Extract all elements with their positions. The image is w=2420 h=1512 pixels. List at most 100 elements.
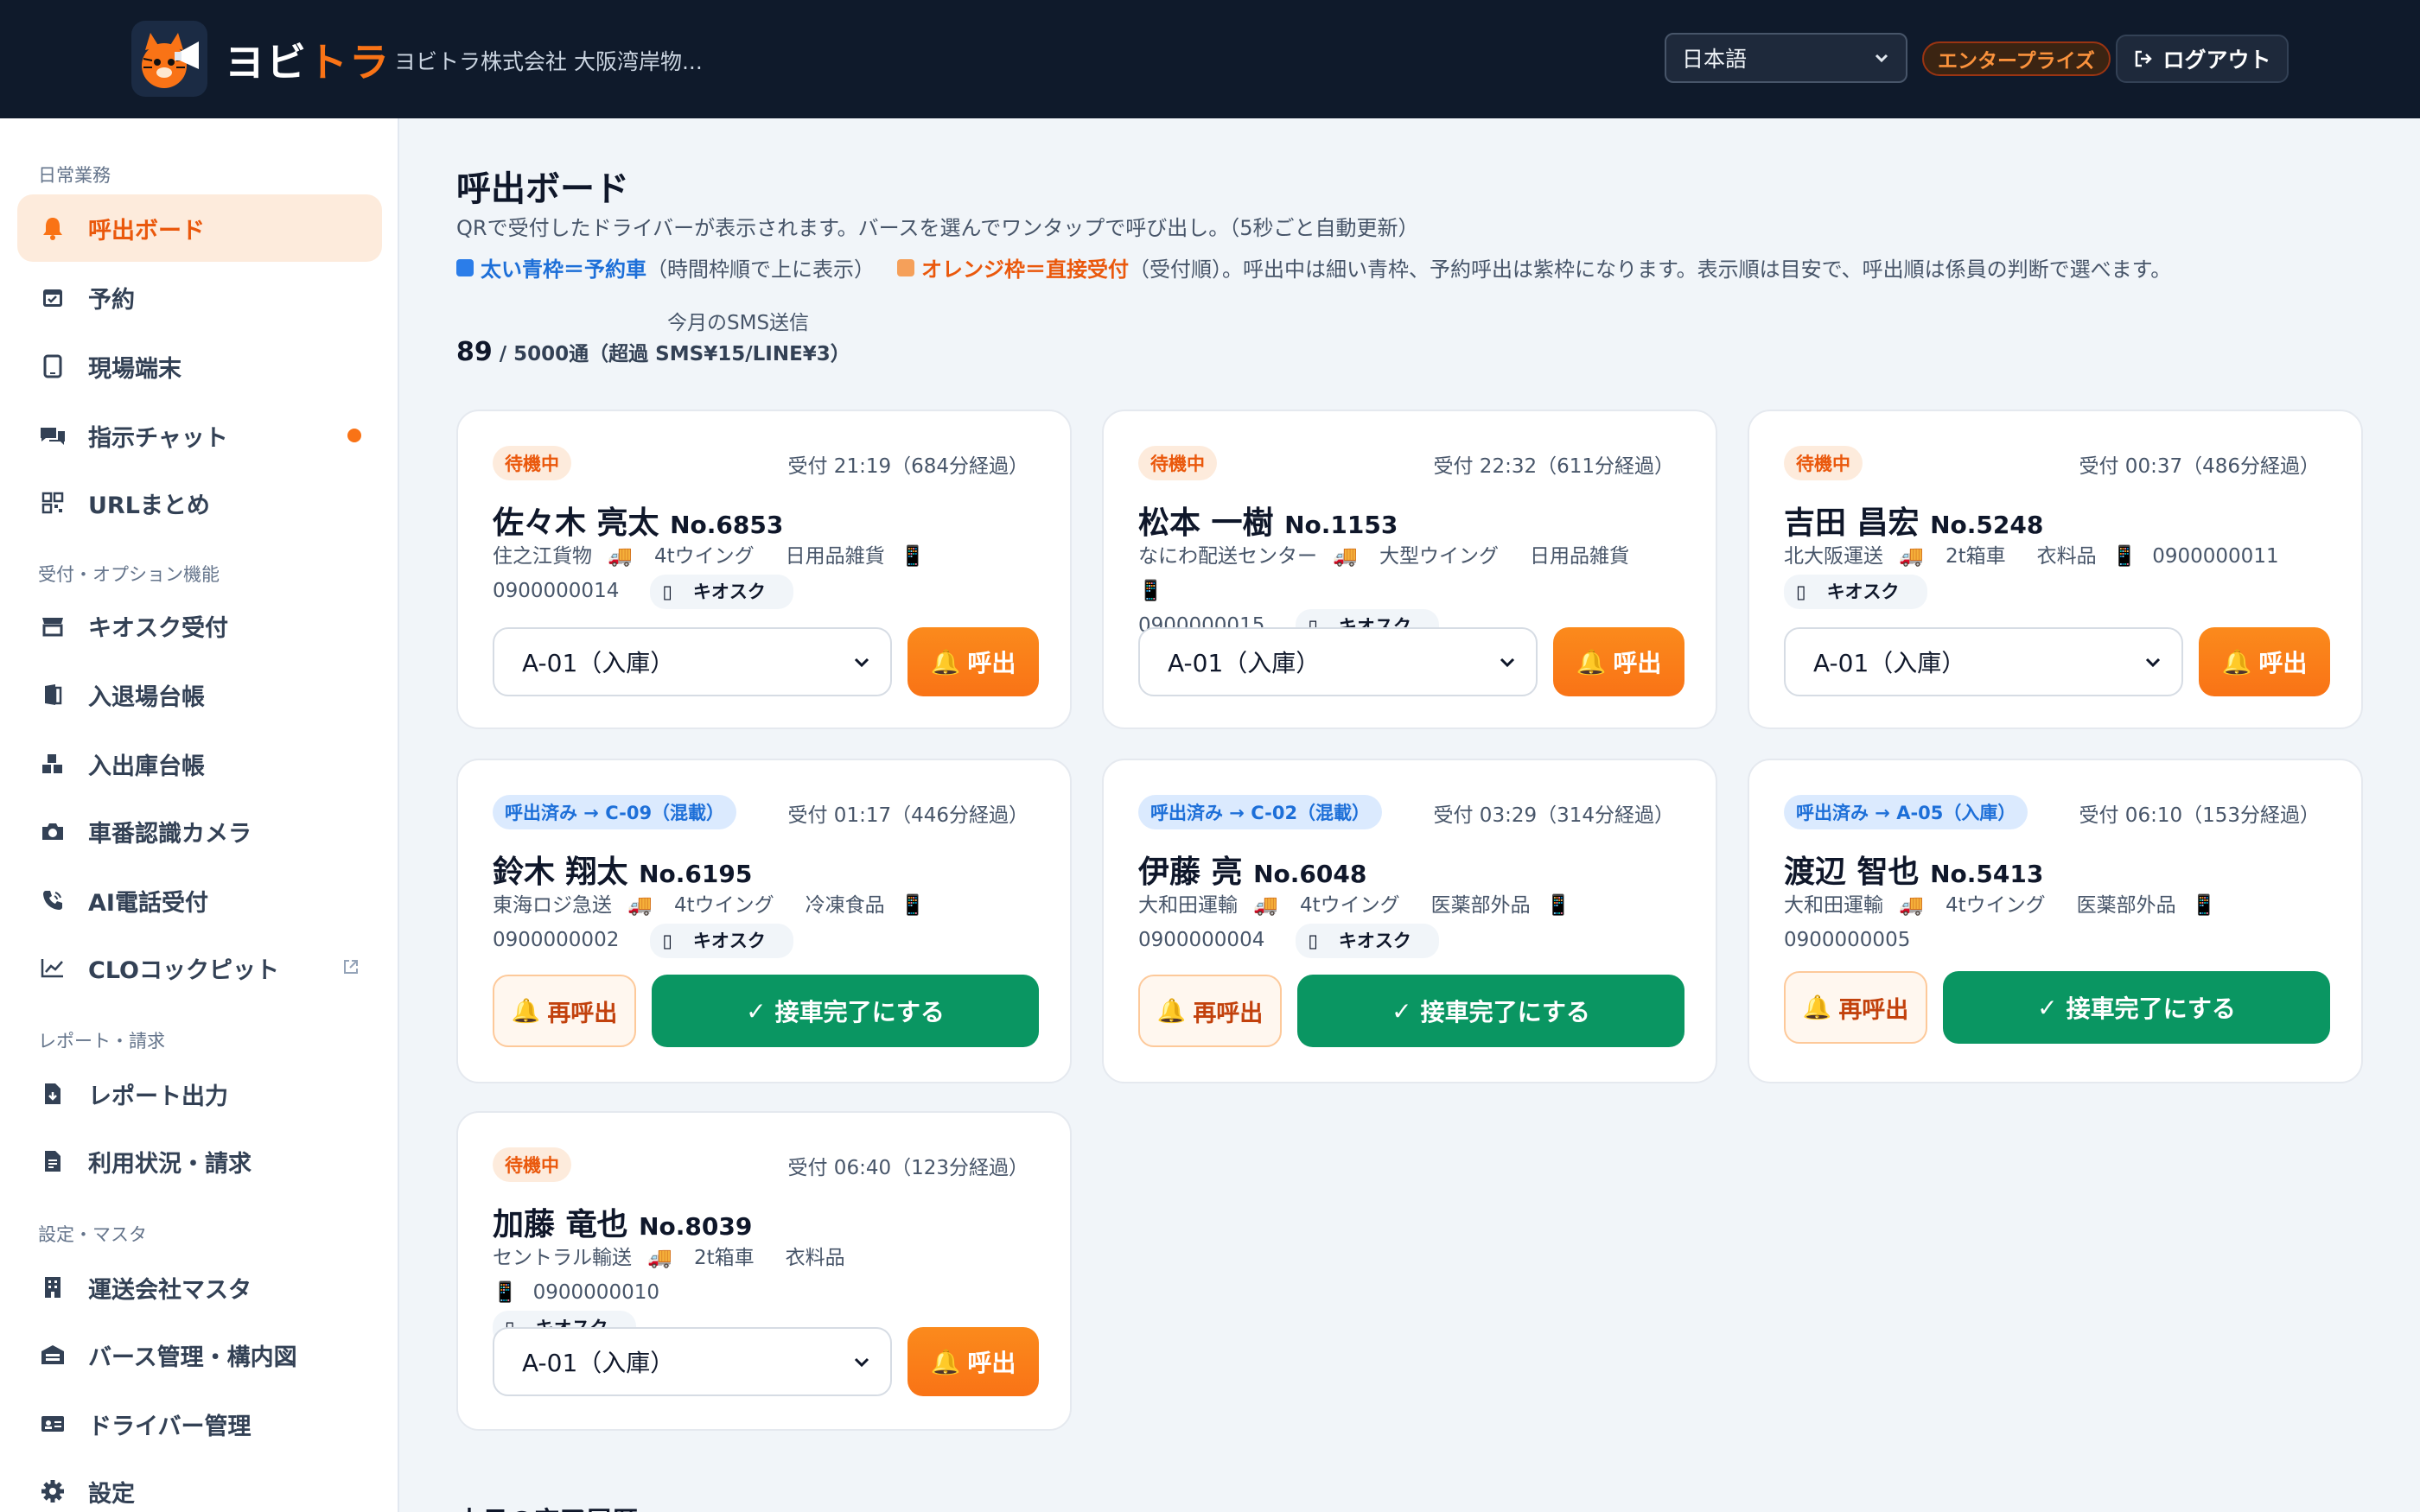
recall-label: 再呼出 xyxy=(1193,1000,1264,1027)
bell-icon: 🔔 xyxy=(2221,647,2252,677)
status-badge: 呼出済み → A-05（入庫） xyxy=(1784,795,2028,829)
warehouse-icon xyxy=(38,1340,67,1369)
logout-icon xyxy=(2136,50,2153,67)
sms-detail: / 5000通（超過 SMS¥15/LINE¥3） xyxy=(492,343,850,365)
truck-icon: 🚚 xyxy=(1333,545,1358,568)
driver-meta: 住之江貨物 🚚 4tウイング 日用品雑貨 📱 0900000014 ▯ キオスク xyxy=(493,539,1028,609)
berth-select[interactable]: A-01（入庫） xyxy=(493,1327,892,1396)
sidebar-item-driver-management[interactable]: ドライバー管理 xyxy=(17,1390,382,1458)
sidebar-item-call-board[interactable]: 呼出ボード xyxy=(17,194,382,262)
berth-select[interactable]: A-01（入庫） xyxy=(1138,627,1538,696)
recall-button[interactable]: 🔔 再呼出 xyxy=(1138,975,1282,1047)
complete-docking-button[interactable]: ✓ 接車完了にする xyxy=(1297,975,1684,1047)
call-label: 呼出 xyxy=(967,649,1016,677)
sidebar-item-carrier-master[interactable]: 運送会社マスタ xyxy=(17,1254,382,1321)
sidebar-item-ai-phone[interactable]: AI電話受付 xyxy=(17,867,382,934)
driver-card: 待機中 受付 21:19（684分経過） 佐々木 亮太 No.6853 住之江貨… xyxy=(456,410,1072,729)
driver-name: 吉田 昌宏 No.5248 xyxy=(1784,498,2043,543)
driver-name-text: 松本 一樹 xyxy=(1138,505,1274,541)
carrier-name: 東海ロジ急送 xyxy=(493,894,612,917)
sidebar-item-entry-log[interactable]: 入退場台帳 xyxy=(17,661,382,728)
sidebar-item-inout-log[interactable]: 入出庫台帳 xyxy=(17,730,382,797)
call-label: 呼出 xyxy=(967,1349,1016,1377)
logout-label: ログアウト xyxy=(2162,48,2271,73)
received-time: 受付 06:40（123分経過） xyxy=(787,1157,1029,1179)
kiosk-label: キオスク xyxy=(692,581,766,602)
berth-select[interactable]: A-01（入庫） xyxy=(493,627,892,696)
recall-button[interactable]: 🔔 再呼出 xyxy=(1784,971,1927,1044)
sidebar-item-kiosk[interactable]: キオスク受付 xyxy=(17,592,382,659)
received-time: 受付 03:29（314分経過） xyxy=(1433,804,1675,827)
sidebar-item-settings[interactable]: 設定 xyxy=(17,1458,382,1512)
driver-name: 加藤 竜也 No.8039 xyxy=(493,1199,752,1244)
driver-number: No.6853 xyxy=(670,511,784,539)
complete-label: 接車完了にする xyxy=(2066,994,2236,1023)
bell-icon: 🔔 xyxy=(930,1347,961,1376)
vehicle-type: 4tウイング xyxy=(673,894,774,917)
driver-number: No.5413 xyxy=(1930,860,2044,888)
legend-orange-label: オレンジ枠＝直接受付 xyxy=(921,257,1129,282)
berth-select[interactable]: A-01（入庫） xyxy=(1784,627,2183,696)
kiosk-chip: ▯ キオスク xyxy=(1296,923,1439,958)
complete-docking-button[interactable]: ✓ 接車完了にする xyxy=(1943,971,2330,1044)
complete-label: 接車完了にする xyxy=(1420,998,1590,1026)
sidebar-item-clo-cockpit[interactable]: CLOコックピット xyxy=(17,934,382,1001)
tablet-icon: ▯ xyxy=(1308,930,1318,951)
legend: 太い青枠＝予約車 （時間枠順で上に表示） オレンジ枠＝直接受付 （受付順）。呼出… xyxy=(456,252,2171,283)
carrier-name: 住之江貨物 xyxy=(493,545,592,568)
mobile-icon: 📱 xyxy=(2111,545,2137,568)
file-download-icon xyxy=(38,1079,67,1109)
history-section-title: 本日の完了履歴 xyxy=(456,1500,638,1512)
sidebar-item-label: 現場端末 xyxy=(88,355,182,383)
carrier-name: 北大阪運送 xyxy=(1784,545,1883,568)
complete-docking-button[interactable]: ✓ 接車完了にする xyxy=(652,975,1039,1047)
sidebar-item-usage-billing[interactable]: 利用状況・請求 xyxy=(17,1128,382,1195)
chat-icon xyxy=(38,421,67,450)
driver-number: No.1153 xyxy=(1284,511,1398,539)
external-link-icon xyxy=(342,955,360,982)
truck-icon: 🚚 xyxy=(1253,894,1278,917)
call-button[interactable]: 🔔 呼出 xyxy=(1553,627,1684,696)
call-button[interactable]: 🔔 呼出 xyxy=(908,1327,1039,1396)
driver-number: No.8039 xyxy=(639,1212,753,1241)
tiger-logo-icon[interactable] xyxy=(131,21,207,97)
sidebar-item-label: バース管理・構内図 xyxy=(88,1344,297,1371)
carrier-name: なにわ配送センター xyxy=(1138,545,1317,568)
vehicle-type: 大型ウイング xyxy=(1379,545,1499,568)
language-select[interactable]: 日本語 xyxy=(1665,33,1907,83)
mobile-icon: 📱 xyxy=(1138,580,1163,602)
chevron-down-icon xyxy=(2145,658,2161,668)
sidebar-item-chat[interactable]: 指示チャット xyxy=(17,402,382,469)
sidebar-item-plate-camera[interactable]: 車番認識カメラ xyxy=(17,797,382,865)
call-button[interactable]: 🔔 呼出 xyxy=(908,627,1039,696)
sidebar-item-label: 車番認識カメラ xyxy=(88,820,252,848)
recall-button[interactable]: 🔔 再呼出 xyxy=(493,975,636,1047)
driver-number: No.6195 xyxy=(639,860,753,888)
cargo-type: 衣料品 xyxy=(2036,545,2097,568)
call-button[interactable]: 🔔 呼出 xyxy=(2199,627,2330,696)
sidebar-item-label: 利用状況・請求 xyxy=(88,1150,252,1178)
legend-blue-label: 太い青枠＝予約車 xyxy=(481,257,646,282)
calendar-icon xyxy=(38,283,67,312)
phone-number: 0900000005 xyxy=(1784,929,1911,951)
sidebar-section-options: 受付・オプション機能 xyxy=(38,564,220,585)
received-time: 受付 21:19（684分経過） xyxy=(787,455,1029,478)
sidebar-item-field-terminal[interactable]: 現場端末 xyxy=(17,333,382,400)
check-icon: ✓ xyxy=(746,996,767,1026)
kiosk-chip: ▯ キオスク xyxy=(650,923,793,958)
logout-button[interactable]: ログアウト xyxy=(2116,35,2289,83)
phone-number: 0900000002 xyxy=(493,929,620,951)
sidebar-item-url-summary[interactable]: URLまとめ xyxy=(17,469,382,537)
driver-name-text: 吉田 昌宏 xyxy=(1784,505,1920,541)
mobile-icon: 📱 xyxy=(900,894,926,917)
tablet-icon: ▯ xyxy=(1796,581,1806,602)
sidebar-item-report-export[interactable]: レポート出力 xyxy=(17,1060,382,1128)
sidebar-item-reservations[interactable]: 予約 xyxy=(17,264,382,331)
brand-name: ヨビトラ xyxy=(225,39,391,86)
qr-icon xyxy=(38,488,67,518)
sidebar-item-label: 指示チャット xyxy=(88,424,228,452)
received-time: 受付 22:32（611分経過） xyxy=(1433,455,1675,478)
driver-name: 渡辺 智也 No.5413 xyxy=(1784,847,2043,892)
driver-meta: 大和田運輸 🚚 4tウイング 医薬部外品 📱 0900000005 xyxy=(1784,888,2320,957)
sidebar-item-berth-management[interactable]: バース管理・構内図 xyxy=(17,1321,382,1388)
